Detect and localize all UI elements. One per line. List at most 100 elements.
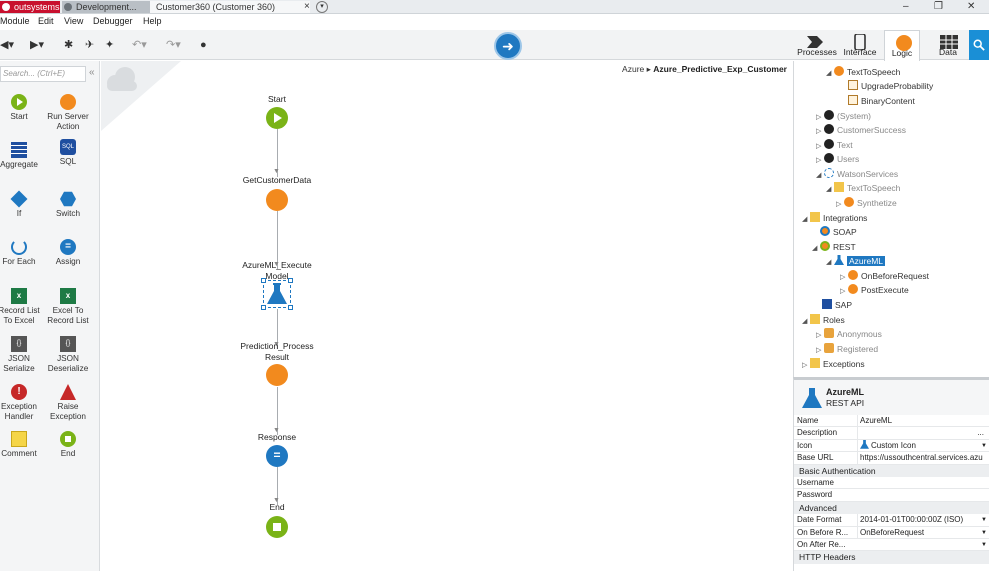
- for-each-icon: [11, 239, 27, 255]
- tree-item-selected[interactable]: ◢ AzureML: [826, 254, 886, 268]
- menu-help[interactable]: Help: [143, 16, 162, 26]
- tab-interface[interactable]: Interface: [841, 30, 879, 60]
- start-node[interactable]: [266, 107, 288, 129]
- palette-item-if[interactable]: If: [0, 190, 44, 219]
- tree-item[interactable]: UpgradeProbability: [848, 79, 933, 93]
- tree-item[interactable]: ▷ PostExecute: [840, 283, 909, 297]
- logic-tree[interactable]: ◢ TextToSpeech UpgradeProbability BinaryC…: [793, 61, 989, 377]
- close-tab-icon[interactable]: ×: [304, 0, 310, 14]
- tree-item[interactable]: ◢ WatsonServices: [816, 167, 898, 181]
- tree-item[interactable]: ◢ Integrations: [802, 211, 867, 225]
- palette-item-raise-exception[interactable]: Raise Exception: [43, 384, 93, 422]
- property-row[interactable]: On Before R... OnBeforeRequest ▼: [794, 526, 989, 539]
- property-row[interactable]: On After Re... ▼: [794, 539, 989, 552]
- tree-item[interactable]: ▷ Text: [816, 138, 853, 152]
- search-button[interactable]: [969, 30, 989, 60]
- property-row[interactable]: Description...: [794, 427, 989, 440]
- menu-debugger[interactable]: Debugger: [93, 16, 133, 26]
- tree-item[interactable]: ▷ OnBeforeRequest: [840, 269, 929, 283]
- property-row[interactable]: Base URL https://ussouthcentral.services.…: [794, 452, 989, 465]
- menu-module[interactable]: Module: [0, 16, 30, 26]
- debug-icon[interactable]: ✈: [85, 38, 94, 52]
- tree-item[interactable]: ▷ CustomerSuccess: [816, 123, 906, 137]
- tab-outsystems[interactable]: outsystems: [0, 1, 60, 13]
- tree-item[interactable]: ◢ Roles: [802, 313, 845, 327]
- section-basic-authentication[interactable]: Basic Authentication: [794, 464, 989, 477]
- canvas-corner-decoration: [101, 61, 181, 131]
- run-server-action-icon: [60, 94, 76, 110]
- tree-item[interactable]: ▷ Synthetize: [836, 196, 897, 210]
- tab-data[interactable]: Data: [930, 30, 966, 60]
- sql-icon: SQL: [60, 139, 76, 155]
- tree-item[interactable]: ◢ TextToSpeech: [826, 65, 900, 79]
- tab-processes[interactable]: Processes: [797, 30, 837, 60]
- palette-item-run-server-action[interactable]: Run Server Action: [43, 94, 93, 132]
- palette-item-for-each[interactable]: For Each: [0, 239, 44, 267]
- resize-handle[interactable]: [261, 278, 266, 283]
- breakpoint-icon[interactable]: ✦: [105, 38, 114, 52]
- palette-item-excel-to-record-list[interactable]: x Excel To Record List: [43, 288, 93, 326]
- tree-item[interactable]: BinaryContent: [848, 94, 915, 108]
- tree-item[interactable]: ▷ Exceptions: [802, 357, 865, 371]
- tree-item[interactable]: SAP: [822, 298, 852, 312]
- breadcrumb-module[interactable]: Azure: [622, 64, 644, 74]
- collapse-palette-icon[interactable]: «: [89, 67, 95, 78]
- palette-item-switch[interactable]: Switch: [43, 191, 93, 219]
- menu-edit[interactable]: Edit: [38, 16, 54, 26]
- properties-title: AzureML: [826, 387, 864, 397]
- close-window-button[interactable]: ✕: [967, 0, 975, 14]
- toolbox-search-input[interactable]: Search... (Ctrl+E): [0, 66, 86, 82]
- palette-item-json-serialize[interactable]: {} JSON Serialize: [0, 336, 44, 374]
- forward-icon[interactable]: ▶▾: [30, 38, 44, 52]
- menu-view[interactable]: View: [64, 16, 83, 26]
- tree-item[interactable]: ▷ (System): [816, 109, 871, 123]
- comment-bubble-icon[interactable]: ●: [200, 38, 207, 52]
- tree-item[interactable]: ▷ Users: [816, 152, 859, 166]
- tab-logic[interactable]: Logic: [884, 30, 920, 61]
- settings-icon[interactable]: ✱: [64, 38, 73, 52]
- tab-dropdown-icon[interactable]: ▾: [316, 1, 328, 13]
- property-row[interactable]: Name AzureML: [794, 415, 989, 428]
- node-label-get-customer-data: GetCustomerData: [242, 175, 312, 185]
- server-action-node[interactable]: [266, 364, 288, 386]
- resize-handle[interactable]: [288, 305, 293, 310]
- section-http-headers[interactable]: HTTP Headers: [794, 551, 989, 564]
- palette-item-json-deserialize[interactable]: {} JSON Deserialize: [43, 336, 93, 374]
- rest-method-node[interactable]: [261, 278, 293, 310]
- palette-item-sql[interactable]: SQL SQL: [43, 139, 93, 167]
- palette-item-aggregate[interactable]: Aggregate: [0, 142, 44, 170]
- tab-development[interactable]: Development...: [62, 1, 150, 13]
- section-advanced[interactable]: Advanced: [794, 501, 989, 515]
- property-row[interactable]: Username: [794, 477, 989, 490]
- back-icon[interactable]: ◀▾: [0, 38, 14, 52]
- undo-icon[interactable]: ↶▾: [132, 38, 147, 52]
- exception-handler-icon: !: [11, 384, 27, 400]
- palette-item-comment[interactable]: Comment: [0, 431, 44, 459]
- publish-button[interactable]: ➜: [494, 32, 522, 60]
- flow-canvas[interactable]: Azure ▸ Azure_Predictive_Exp_Customer ▼ …: [101, 61, 791, 571]
- property-row[interactable]: Password: [794, 489, 989, 502]
- tree-item[interactable]: ▷ Registered: [816, 342, 878, 356]
- palette-item-end[interactable]: End: [43, 431, 93, 459]
- palette-item-record-list-to-excel[interactable]: x Record List To Excel: [0, 288, 44, 326]
- end-node[interactable]: [266, 516, 288, 538]
- tree-item[interactable]: ▷ Anonymous: [816, 327, 882, 341]
- resize-handle[interactable]: [288, 278, 293, 283]
- node-label-prediction-process: Prediction_Process Result: [240, 341, 314, 362]
- assign-node[interactable]: =: [266, 445, 288, 467]
- resize-handle[interactable]: [261, 305, 266, 310]
- palette-item-start[interactable]: Start: [0, 94, 44, 122]
- property-row[interactable]: Icon Custom Icon ▼: [794, 439, 989, 453]
- property-row[interactable]: Date Format 2014-01-01T00:00:00Z (ISO) ▼: [794, 514, 989, 527]
- tree-item[interactable]: ◢ REST: [812, 240, 856, 254]
- palette-item-assign[interactable]: = Assign: [43, 239, 93, 267]
- palette-item-exception-handler[interactable]: ! Exception Handler: [0, 384, 44, 422]
- maximize-button[interactable]: ❐: [934, 0, 943, 14]
- redo-icon[interactable]: ↷▾: [166, 38, 181, 52]
- server-action-node[interactable]: [266, 189, 288, 211]
- flask-icon: [860, 439, 869, 449]
- tree-item[interactable]: ◢ TextToSpeech: [826, 181, 900, 195]
- tree-item[interactable]: SOAP: [820, 225, 857, 239]
- tab-customer360[interactable]: Customer360 (Customer 360): [150, 1, 310, 13]
- minimize-button[interactable]: –: [903, 0, 909, 14]
